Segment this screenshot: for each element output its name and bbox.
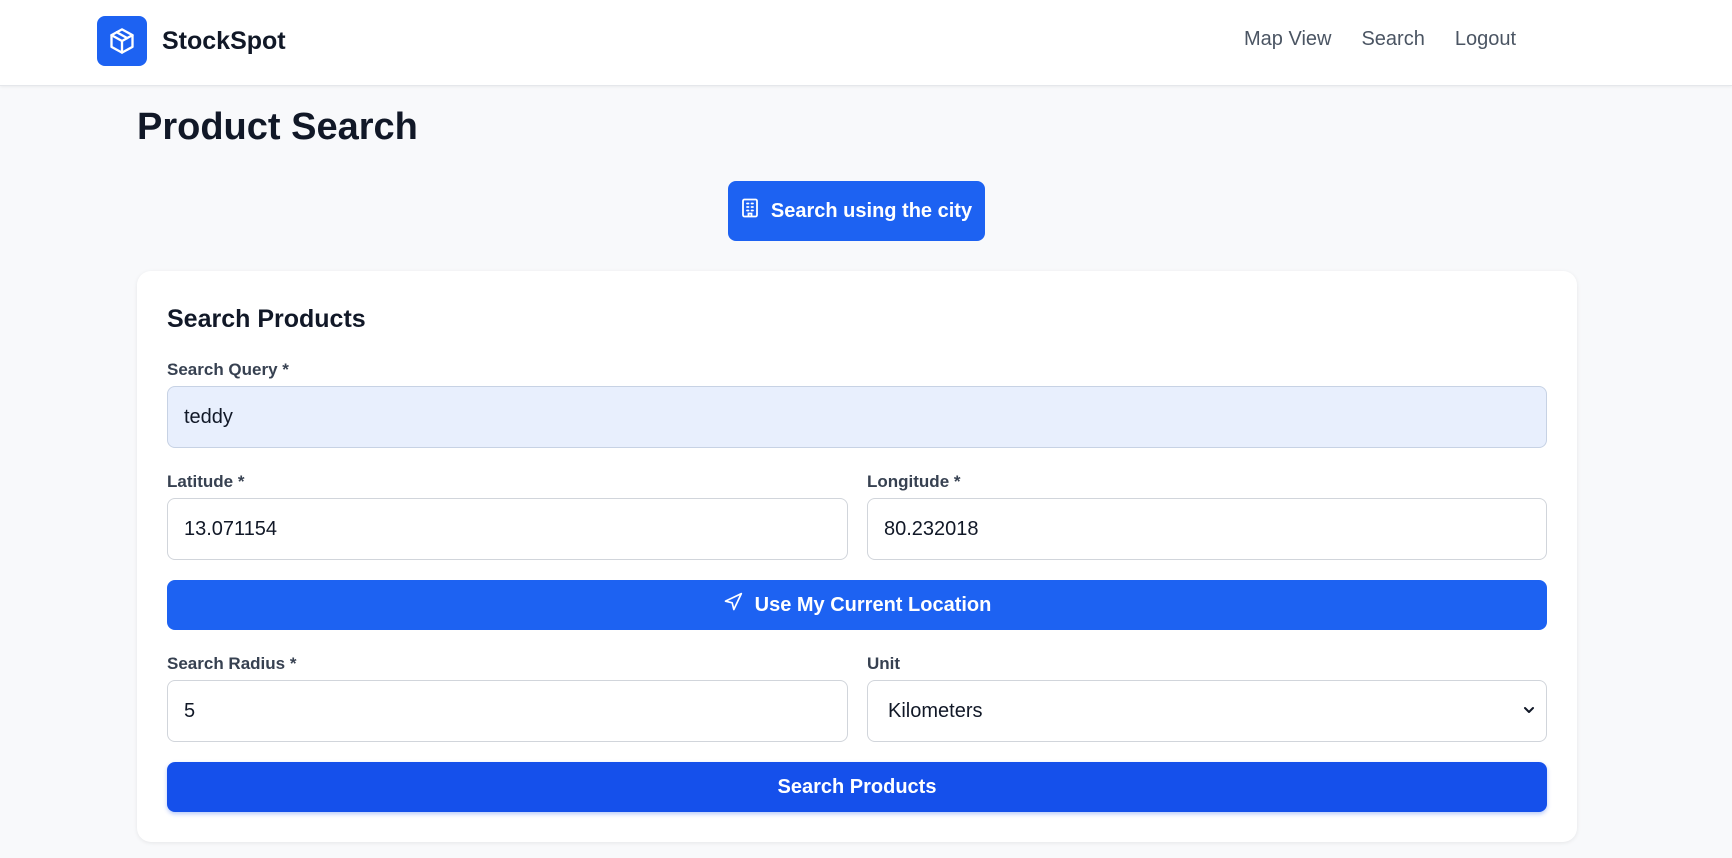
longitude-label: Longitude * (867, 472, 961, 491)
longitude-input[interactable]: 80.232018 (867, 498, 1547, 560)
unit-selected-value: Kilometers (888, 699, 983, 722)
unit-label: Unit (867, 654, 901, 673)
nav-search[interactable]: Search (1361, 28, 1424, 51)
building-icon (741, 198, 759, 224)
search-query-label: Search Query * (167, 360, 289, 379)
nav-links: Map View Search Logout (1244, 28, 1516, 51)
nav-map-view[interactable]: Map View (1244, 28, 1331, 51)
nav-logout[interactable]: Logout (1455, 28, 1516, 51)
use-current-location-button[interactable]: Use My Current Location (167, 580, 1547, 630)
navigation-arrow-icon (723, 592, 743, 618)
latitude-label: Latitude * (167, 472, 245, 491)
use-current-location-label: Use My Current Location (754, 593, 992, 616)
search-radius-label: Search Radius * (167, 654, 297, 673)
search-products-button[interactable]: Search Products (167, 762, 1547, 812)
latitude-input[interactable]: 13.071154 (167, 498, 848, 560)
top-navbar: StockSpot Map View Search Logout (0, 0, 1732, 86)
card-title: Search Products (167, 305, 366, 333)
chevron-down-icon (1522, 700, 1536, 723)
brand[interactable]: StockSpot (97, 16, 286, 66)
package-icon (97, 16, 147, 66)
search-radius-input[interactable]: 5 (167, 680, 848, 742)
search-by-city-label: Search using the city (770, 199, 973, 222)
unit-select[interactable]: Kilometers (867, 680, 1547, 742)
page-title: Product Search (137, 106, 418, 148)
search-by-city-button[interactable]: Search using the city (728, 181, 985, 241)
search-products-card: Search Products Search Query * teddy Lat… (137, 271, 1577, 842)
search-query-input[interactable]: teddy (167, 386, 1547, 448)
app-name: StockSpot (162, 26, 286, 55)
